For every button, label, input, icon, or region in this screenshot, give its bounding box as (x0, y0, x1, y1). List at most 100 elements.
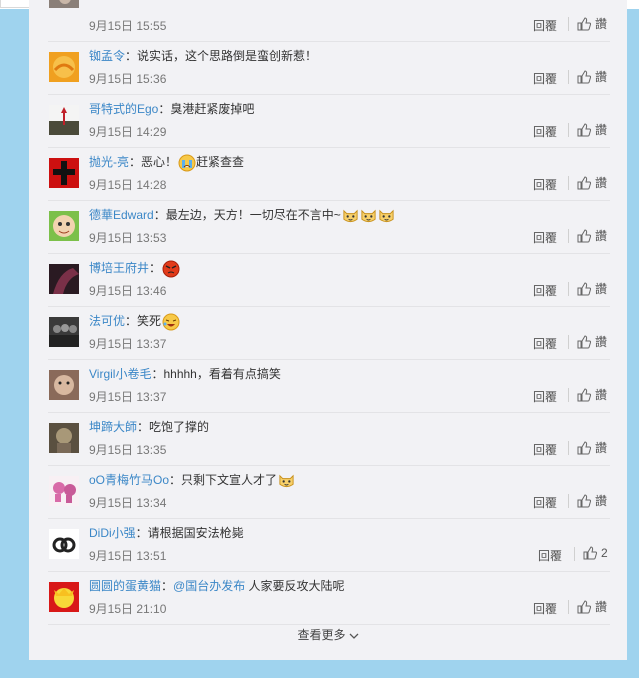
divider (568, 70, 569, 84)
divider (568, 176, 569, 190)
avatar[interactable] (49, 264, 79, 294)
avatar[interactable] (49, 211, 79, 241)
comment-username[interactable]: 博培王府井 (89, 261, 149, 275)
angry-face-icon (162, 260, 180, 278)
thumbs-up-icon (577, 122, 592, 136)
thumbs-up-icon (577, 334, 592, 348)
comment-item: Virgil小卷毛：hhhhh，看着有点搞笑 9月15日 13:37 回覆 讚 (48, 359, 610, 413)
comment-content: 德華Edward：最左边，天方！一切尽在不言中~ (89, 207, 395, 224)
comment-username[interactable]: 德華Edward (89, 208, 154, 222)
comment-username[interactable]: 法可优 (89, 314, 125, 328)
avatar[interactable] (49, 317, 79, 347)
comment-text: ：恶心！ (129, 155, 178, 170)
view-more-button[interactable]: 查看更多 (29, 626, 627, 643)
avatar[interactable] (49, 0, 79, 8)
divider (568, 17, 569, 31)
like-button[interactable]: 2 (583, 545, 608, 561)
reply-button[interactable]: 回覆 (533, 123, 557, 140)
comment-time: 9月15日 15:36 (89, 72, 167, 86)
like-button[interactable]: 讚 (577, 386, 607, 402)
reply-button[interactable]: 回覆 (533, 600, 557, 617)
like-button[interactable]: 讚 (577, 174, 607, 190)
like-count: 讚 (595, 282, 608, 296)
comment-username[interactable]: Virgil小卷毛 (89, 367, 151, 381)
comment-content: 铷孟令：说实话，这个思路倒是蛮创新惹！ (89, 48, 317, 64)
comment-text-continued: 人家要反攻大陆呢 (245, 579, 345, 593)
comment-username[interactable]: 坤蹄大師 (89, 420, 137, 434)
comment-username[interactable]: 圆圆的蛋黄猫 (89, 579, 161, 593)
comment-time: 9月15日 13:46 (89, 284, 167, 298)
comment-username[interactable]: DiDi小强 (89, 526, 136, 540)
thumbs-up-icon (577, 281, 592, 295)
chevron-down-icon (349, 633, 358, 639)
comment-item: 法可优：笑死 9月15日 13:37 回覆 讚 (48, 306, 610, 360)
like-button[interactable]: 讚 (577, 280, 607, 296)
like-count: 讚 (595, 70, 608, 84)
thumbs-up-icon (577, 599, 592, 613)
reply-button[interactable]: 回覆 (533, 441, 557, 458)
comment-text: ：说实话，这个思路倒是蛮创新惹！ (125, 49, 318, 63)
like-button[interactable]: 讚 (577, 121, 607, 137)
comment-content: oO青梅竹马Oo：只剩下文宣人才了 (89, 472, 295, 489)
comment-item: 博培王府井： 9月15日 13:46 回覆 讚 (48, 253, 610, 307)
comment-text: ： (149, 261, 162, 276)
mention-link[interactable]: @国台办发布 (173, 579, 245, 593)
avatar[interactable] (49, 423, 79, 453)
like-button[interactable]: 讚 (577, 492, 607, 508)
like-button[interactable]: 讚 (577, 333, 607, 349)
reply-button[interactable]: 回覆 (533, 176, 557, 193)
divider (568, 123, 569, 137)
like-button[interactable]: 讚 (577, 15, 607, 31)
divider (574, 547, 575, 561)
comment-username[interactable]: oO青梅竹马Oo (89, 473, 169, 487)
avatar[interactable] (49, 582, 79, 612)
comment-text: ：笑死 (125, 314, 162, 329)
reply-button[interactable]: 回覆 (533, 282, 557, 299)
comment-item: oO青梅竹马Oo：只剩下文宣人才了 9月15日 13:34 回覆 讚 (48, 465, 610, 519)
like-count: 2 (601, 545, 608, 560)
like-button[interactable]: 讚 (577, 68, 607, 84)
thumbs-up-icon (577, 440, 592, 454)
avatar[interactable] (49, 476, 79, 506)
like-count: 讚 (595, 494, 608, 508)
avatar[interactable] (49, 370, 79, 400)
thumbs-up-icon (577, 69, 592, 83)
avatar[interactable] (49, 105, 79, 135)
thumbs-up-icon (583, 546, 598, 560)
reply-button[interactable]: 回覆 (538, 547, 562, 564)
comment-username[interactable]: 哥特式的Ego (89, 102, 158, 116)
cat-face-icon (343, 209, 358, 223)
thumbs-up-icon (577, 387, 592, 401)
like-count: 讚 (595, 176, 608, 190)
reply-button[interactable]: 回覆 (533, 229, 557, 246)
reply-button[interactable]: 回覆 (533, 494, 557, 511)
comment-content: 圆圆的蛋黄猫：@国台办发布 人家要反攻大陆呢 (89, 578, 345, 594)
comment-text: ：只剩下文宣人才了 (169, 473, 278, 487)
thumbs-up-icon (577, 175, 592, 189)
comment-time: 9月15日 15:55 (89, 19, 167, 33)
avatar[interactable] (49, 529, 79, 559)
comment-username[interactable]: 抛光-亮 (89, 155, 129, 169)
reply-button[interactable]: 回覆 (533, 70, 557, 87)
like-button[interactable]: 讚 (577, 227, 607, 243)
reply-button[interactable]: 回覆 (533, 388, 557, 405)
like-button[interactable]: 讚 (577, 439, 607, 455)
comment-text: ：hhhhh，看着有点搞笑 (151, 367, 281, 381)
comment-time: 9月15日 14:29 (89, 125, 167, 139)
avatar[interactable] (49, 52, 79, 82)
comment-username[interactable]: 铷孟令 (89, 49, 125, 63)
comment-item: DiDi小强：请根据国安法枪毙 9月15日 13:51 回覆 2 (48, 518, 610, 572)
comment-time: 9月15日 21:10 (89, 602, 167, 616)
like-count: 讚 (595, 123, 608, 137)
like-button[interactable]: 讚 (577, 598, 607, 614)
comment-content: 抛光-亮：恶心！ 赶紧查查 (89, 154, 244, 172)
reply-button[interactable]: 回覆 (533, 335, 557, 352)
comment-item: 抛光-亮：恶心！ 赶紧查查 9月15日 14:28 回覆 讚 (48, 147, 610, 201)
avatar[interactable] (49, 158, 79, 188)
comment-text: ： (161, 579, 174, 593)
comment-time: 9月15日 14:28 (89, 178, 167, 192)
comment-item: 德華Edward：最左边，天方！一切尽在不言中~ 9月15日 13:53 回覆 … (48, 200, 610, 254)
comment-text: ：吃饱了撑的 (137, 420, 210, 434)
divider (568, 335, 569, 349)
reply-button[interactable]: 回覆 (533, 17, 557, 34)
